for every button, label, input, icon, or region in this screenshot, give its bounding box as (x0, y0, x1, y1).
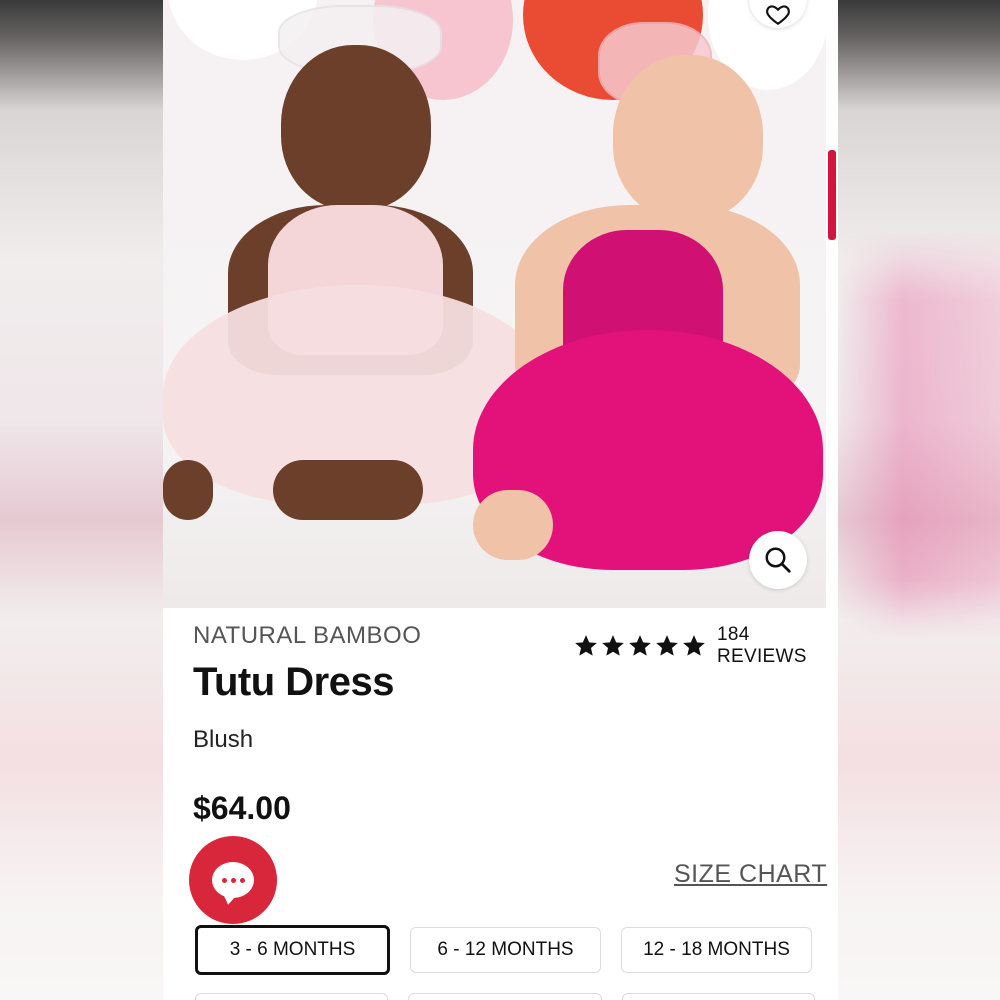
star-icon (656, 635, 678, 656)
reviews-count[interactable]: 184 REVIEWS (717, 624, 838, 668)
star-icon (629, 635, 651, 656)
product-rating[interactable]: 184 REVIEWS (573, 624, 838, 668)
product-title: Tutu Dress (193, 660, 394, 704)
magnifier-icon (765, 547, 791, 573)
scrollbar-thumb[interactable] (828, 150, 836, 240)
product-price: $64.00 (193, 790, 291, 826)
product-page: NATURAL BAMBOO 184 REVIEWS Tutu Dress Bl… (163, 0, 838, 1000)
chat-bubble-icon (212, 862, 254, 898)
next-row-options (195, 993, 815, 1000)
star-icon (575, 635, 597, 656)
image-scrollbar[interactable] (826, 0, 838, 608)
chat-button[interactable] (189, 836, 277, 924)
zoom-button[interactable] (749, 531, 807, 589)
size-option-6-12-months[interactable]: 6 - 12 MONTHS (410, 927, 601, 973)
star-icon (602, 635, 624, 656)
background-blur-left (0, 0, 163, 1000)
product-image[interactable] (163, 0, 826, 608)
selected-color: Blush (193, 726, 254, 753)
background-blur-right (838, 0, 1000, 1000)
rating-stars (573, 633, 707, 659)
star-icon (683, 635, 705, 656)
brand-name: NATURAL BAMBOO (193, 622, 422, 649)
size-chart-link[interactable]: SIZE CHART (674, 860, 827, 889)
size-option-12-18-months[interactable]: 12 - 18 MONTHS (621, 927, 812, 973)
size-selector: 3 - 6 MONTHS 6 - 12 MONTHS 12 - 18 MONTH… (195, 925, 812, 975)
heart-icon (766, 5, 790, 26)
size-option-3-6-months[interactable]: 3 - 6 MONTHS (195, 925, 390, 975)
